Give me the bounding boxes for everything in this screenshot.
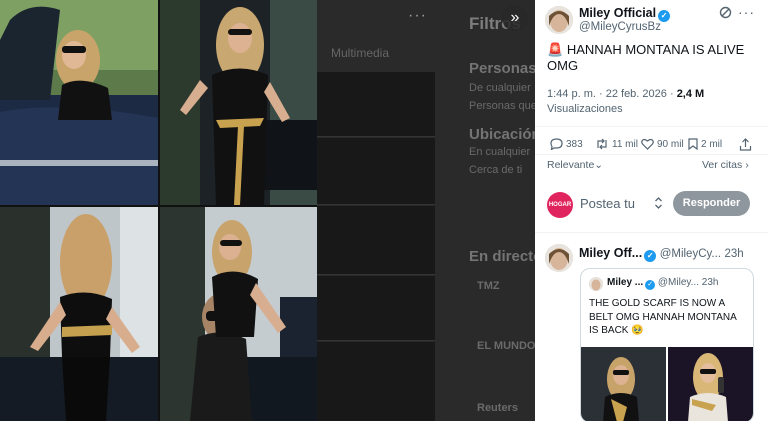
quoted-author-name: Miley ... bbox=[607, 277, 644, 288]
quoted-tweet[interactable]: Miley ... ✓ @Miley... 23h THE GOLD SCARF … bbox=[580, 268, 754, 421]
quoted-author-handle: @Miley... bbox=[657, 277, 699, 288]
view-quotes-label: Ver citas bbox=[702, 159, 743, 171]
views-count: 2,4 M bbox=[676, 88, 705, 100]
author-name[interactable]: Miley Official ✓ bbox=[579, 6, 671, 22]
tweet-text: 🚨 HANNAH MONTANA IS ALIVE OMG bbox=[547, 42, 759, 74]
background-media-tile bbox=[317, 276, 435, 341]
retweet-icon bbox=[597, 138, 607, 150]
background-media-tile bbox=[317, 72, 435, 137]
tweet-panel: Miley Official ✓ @MileyCyrusBz ··· 🚨 HANN… bbox=[535, 0, 768, 421]
like-action[interactable]: 90 mil bbox=[641, 138, 684, 150]
reply-input[interactable]: Postea tu bbox=[580, 196, 635, 211]
reply-count: 383 bbox=[566, 138, 583, 150]
filter-option: Cerca de ti bbox=[469, 164, 523, 176]
bookmark-count: 2 mil bbox=[701, 138, 723, 150]
background-page: Filtros Multimedia Personas De cualquier… bbox=[317, 0, 535, 421]
meta-separator: · bbox=[669, 88, 674, 100]
reply-author-name[interactable]: Miley Off... bbox=[579, 246, 642, 260]
trending-heading: En directo bbox=[469, 248, 535, 265]
reply-icon bbox=[550, 138, 563, 150]
tweet-photo-3[interactable] bbox=[0, 207, 158, 421]
background-media-tile bbox=[317, 206, 435, 275]
tweet-photo-4[interactable] bbox=[160, 207, 317, 421]
more-dots-icon[interactable]: ··· bbox=[408, 7, 427, 25]
chevron-down-icon: ⌄ bbox=[594, 159, 604, 171]
filter-option: En cualquier bbox=[469, 146, 531, 158]
heart-icon bbox=[641, 138, 654, 150]
filter-option: De cualquier bbox=[469, 82, 531, 94]
bookmark-action[interactable]: 2 mil bbox=[688, 138, 722, 150]
news-source: EL MUNDO bbox=[477, 340, 535, 352]
reply-author-avatar[interactable] bbox=[545, 244, 573, 272]
share-icon[interactable] bbox=[739, 138, 752, 151]
verified-badge-icon: ✓ bbox=[644, 250, 657, 262]
current-user-avatar-text: HOGAR bbox=[548, 202, 572, 208]
author-name-text: Miley Official bbox=[579, 6, 657, 20]
divider bbox=[535, 154, 768, 155]
filter-option: Personas que bbox=[469, 100, 535, 112]
tweet-photo-1[interactable] bbox=[0, 0, 158, 205]
quoted-photo-2[interactable] bbox=[668, 347, 753, 421]
divider bbox=[535, 232, 768, 233]
filter-section-heading: Ubicación bbox=[469, 126, 535, 143]
news-source: TMZ bbox=[477, 280, 500, 292]
tweet-time[interactable]: 1:44 p. m. bbox=[547, 88, 596, 100]
sort-label: Relevante bbox=[547, 159, 595, 171]
quoted-text: THE GOLD SCARF IS NOW A BELT OMG HANNAH … bbox=[589, 298, 737, 336]
retweet-count: 11 mil bbox=[612, 138, 638, 150]
background-media-tile bbox=[317, 138, 435, 205]
chevron-right-icon: › bbox=[745, 159, 749, 171]
verified-badge-icon: ✓ bbox=[645, 280, 656, 290]
quoted-author: Miley ... ✓ @Miley... 23h bbox=[607, 277, 718, 290]
news-source: Reuters bbox=[477, 402, 518, 414]
filter-section-heading: Personas bbox=[469, 60, 535, 77]
meta-separator: · bbox=[598, 88, 603, 100]
tweet-meta: 1:44 p. m. · 22 feb. 2026 · 2,4 M bbox=[547, 88, 704, 100]
quoted-time: 23h bbox=[701, 277, 719, 288]
reply-button[interactable]: Responder bbox=[673, 191, 750, 216]
reply-author: Miley Off... ✓ @MileyCy... 23h bbox=[579, 246, 744, 262]
media-viewer: Filtros Multimedia Personas De cualquier… bbox=[0, 0, 535, 421]
retweet-action[interactable]: 11 mil bbox=[595, 138, 638, 150]
avatar[interactable] bbox=[545, 6, 573, 34]
background-media-tile bbox=[317, 342, 435, 421]
views-label: Visualizaciones bbox=[547, 103, 623, 115]
more-dots-icon[interactable]: ··· bbox=[738, 4, 755, 20]
current-user-avatar[interactable]: HOGAR bbox=[547, 192, 573, 218]
like-count: 90 mil bbox=[657, 138, 684, 150]
background-tab-multimedia: Multimedia bbox=[331, 46, 390, 60]
chevron-double-right-icon[interactable]: » bbox=[502, 5, 528, 31]
siren-emoji: 🚨 bbox=[547, 42, 564, 57]
reply-action[interactable]: 383 bbox=[550, 138, 583, 150]
grok-icon[interactable] bbox=[719, 6, 732, 24]
tweet-body: HANNAH MONTANA IS ALIVE OMG bbox=[547, 42, 745, 73]
tweet-photo-2[interactable] bbox=[160, 0, 317, 205]
author-handle[interactable]: @MileyCyrusBz bbox=[579, 21, 661, 33]
tweet-date[interactable]: 22 feb. 2026 bbox=[606, 88, 667, 100]
action-bar: 383 11 mil 90 mil 2 mil bbox=[547, 138, 761, 152]
divider bbox=[535, 126, 768, 127]
sort-dropdown[interactable]: Relevante⌄ bbox=[547, 159, 603, 171]
quoted-photo-1[interactable] bbox=[581, 347, 666, 421]
reply-time[interactable]: 23h bbox=[724, 248, 743, 260]
reply-author-handle[interactable]: @MileyCy... bbox=[660, 248, 721, 260]
bookmark-icon bbox=[688, 138, 698, 150]
audience-selector-icon[interactable] bbox=[654, 196, 663, 215]
quoted-author-avatar bbox=[589, 277, 603, 291]
view-quotes-link[interactable]: Ver citas › bbox=[702, 159, 749, 171]
